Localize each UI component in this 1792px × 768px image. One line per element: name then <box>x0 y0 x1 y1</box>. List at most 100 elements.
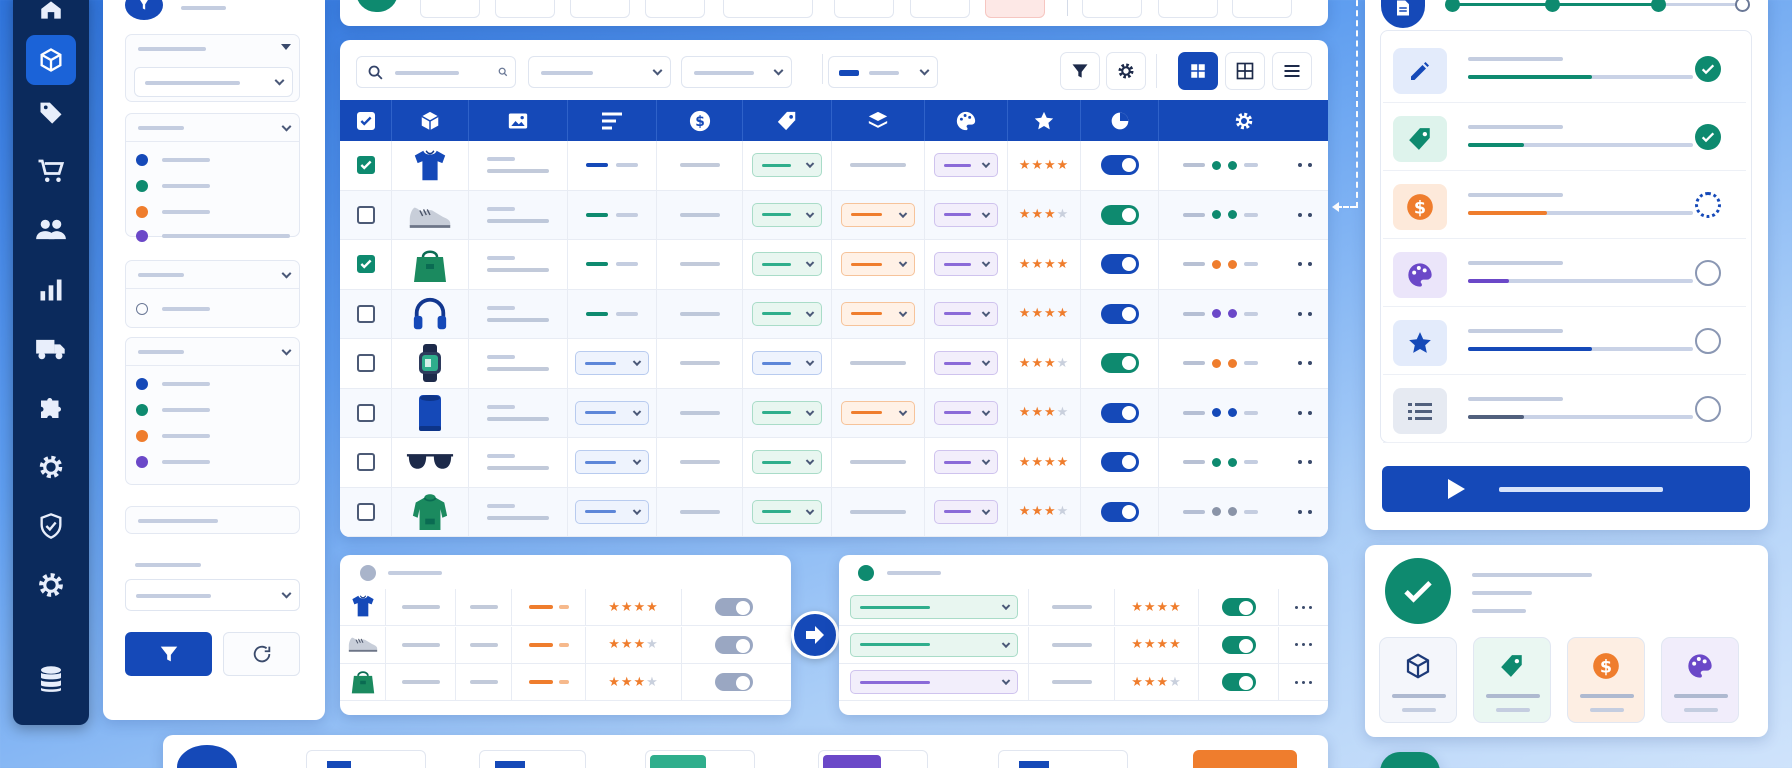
column-header-price[interactable]: $ <box>657 100 743 141</box>
run-button[interactable] <box>1382 466 1750 512</box>
search-input[interactable] <box>356 56 516 88</box>
column-header-product[interactable] <box>392 100 469 141</box>
table-row[interactable]: ★★★★ <box>340 339 1328 389</box>
filter-group-header[interactable] <box>126 35 299 63</box>
column-header-category[interactable] <box>832 100 925 141</box>
toolbar-button[interactable] <box>495 0 555 18</box>
table-row[interactable]: ★★★★ <box>340 487 1328 537</box>
home-icon[interactable] <box>26 0 76 35</box>
step-item[interactable] <box>1383 239 1746 307</box>
table-cell[interactable] <box>1281 438 1328 487</box>
table-cell[interactable] <box>1081 190 1159 239</box>
table-row[interactable]: ★★★★ <box>340 141 1328 191</box>
status-toggle[interactable] <box>1100 501 1139 522</box>
status-toggle[interactable] <box>1100 303 1139 324</box>
option-dot[interactable] <box>136 430 148 442</box>
table-cell[interactable] <box>340 487 392 536</box>
select-all-checkbox[interactable] <box>340 100 392 141</box>
table-cell[interactable] <box>1281 389 1328 438</box>
table-cell[interactable] <box>340 190 392 239</box>
more-menu-icon[interactable] <box>1297 361 1312 366</box>
more-menu-icon[interactable] <box>1297 262 1312 267</box>
filter-select[interactable] <box>125 579 300 611</box>
list-view-button[interactable] <box>1272 52 1312 90</box>
stepper-step[interactable] <box>1735 0 1750 12</box>
column-header-rating[interactable] <box>1008 100 1081 141</box>
users-icon[interactable] <box>26 205 76 255</box>
step-item[interactable] <box>1383 307 1746 375</box>
mini-table-row[interactable]: ★★★★ <box>839 589 1328 626</box>
table-cell[interactable] <box>340 289 392 338</box>
gear-icon[interactable] <box>26 442 76 492</box>
table-cell[interactable] <box>1281 290 1328 339</box>
filter-group-header[interactable] <box>125 506 300 534</box>
shield-icon[interactable] <box>26 501 76 551</box>
more-menu-icon[interactable] <box>1295 605 1312 609</box>
step-item[interactable] <box>1383 35 1746 103</box>
truck-icon[interactable] <box>26 324 76 374</box>
status-toggle[interactable] <box>1100 254 1139 275</box>
status-toggle[interactable] <box>1100 452 1139 473</box>
cube-icon[interactable] <box>26 35 76 85</box>
settings-button[interactable] <box>1106 52 1146 90</box>
summary-tile[interactable] <box>1379 637 1457 723</box>
table-cell[interactable] <box>1081 240 1159 289</box>
row-checkbox[interactable] <box>356 255 375 274</box>
option-dot[interactable] <box>136 154 148 166</box>
table-row[interactable]: ★★★★ <box>340 388 1328 438</box>
status-toggle[interactable] <box>1100 402 1139 423</box>
toolbar-button[interactable] <box>570 0 630 18</box>
grid-view-button[interactable] <box>1178 52 1218 90</box>
filter-dropdown[interactable] <box>828 56 938 88</box>
column-header-tags[interactable] <box>743 100 832 141</box>
reset-filter-button[interactable] <box>223 632 300 676</box>
settings-cog-icon[interactable] <box>26 560 76 610</box>
tag-icon[interactable] <box>26 87 76 137</box>
table-row[interactable]: ★★★★ <box>340 240 1328 290</box>
summary-tile[interactable]: $ <box>1567 637 1645 723</box>
status-toggle[interactable] <box>1100 353 1139 374</box>
more-menu-icon[interactable] <box>1295 680 1312 684</box>
toolbar-button[interactable] <box>1232 0 1292 18</box>
status-toggle[interactable] <box>714 635 753 654</box>
filter-group-header[interactable] <box>126 114 299 142</box>
stepper-step[interactable] <box>1445 0 1460 12</box>
table-cell[interactable] <box>340 141 392 190</box>
table-cell[interactable] <box>1281 191 1328 240</box>
step-item[interactable]: $ <box>1383 171 1746 239</box>
stepper-step[interactable] <box>1545 0 1560 12</box>
option-dot[interactable] <box>136 404 148 416</box>
more-menu-icon[interactable] <box>1295 643 1312 646</box>
table-cell[interactable] <box>340 339 392 388</box>
table-cell[interactable] <box>340 388 392 437</box>
mini-table-row[interactable]: ★★★★ <box>839 664 1328 701</box>
row-checkbox[interactable] <box>356 156 375 175</box>
bar-chart-icon[interactable] <box>26 265 76 315</box>
bottom-button[interactable] <box>306 750 426 768</box>
row-checkbox[interactable] <box>356 502 375 521</box>
delete-button[interactable] <box>985 0 1045 18</box>
status-toggle[interactable] <box>714 598 753 616</box>
table-cell[interactable] <box>1081 289 1159 338</box>
table-cell[interactable] <box>1081 438 1159 487</box>
row-checkbox[interactable] <box>356 304 375 323</box>
more-menu-icon[interactable] <box>1297 410 1312 415</box>
option-dot[interactable] <box>136 378 148 390</box>
mini-table-row[interactable]: ★★★★ <box>340 664 791 701</box>
row-checkbox[interactable] <box>356 354 375 373</box>
column-header-description[interactable] <box>568 100 657 141</box>
status-toggle[interactable] <box>1100 204 1139 225</box>
filter-dropdown[interactable] <box>528 56 671 88</box>
table-view-button[interactable] <box>1225 52 1265 90</box>
bottom-button[interactable] <box>998 750 1128 768</box>
status-toggle[interactable] <box>1221 673 1256 691</box>
table-cell[interactable] <box>340 240 392 289</box>
stepper-step[interactable] <box>1651 0 1666 12</box>
bottom-button[interactable] <box>818 750 928 768</box>
step-item[interactable] <box>1383 103 1746 171</box>
column-header-status[interactable] <box>1081 100 1159 141</box>
more-menu-icon[interactable] <box>1297 311 1312 316</box>
table-cell[interactable] <box>1281 141 1328 190</box>
column-header-variant[interactable] <box>925 100 1008 141</box>
mini-table-row[interactable]: ★★★★ <box>340 626 791 664</box>
